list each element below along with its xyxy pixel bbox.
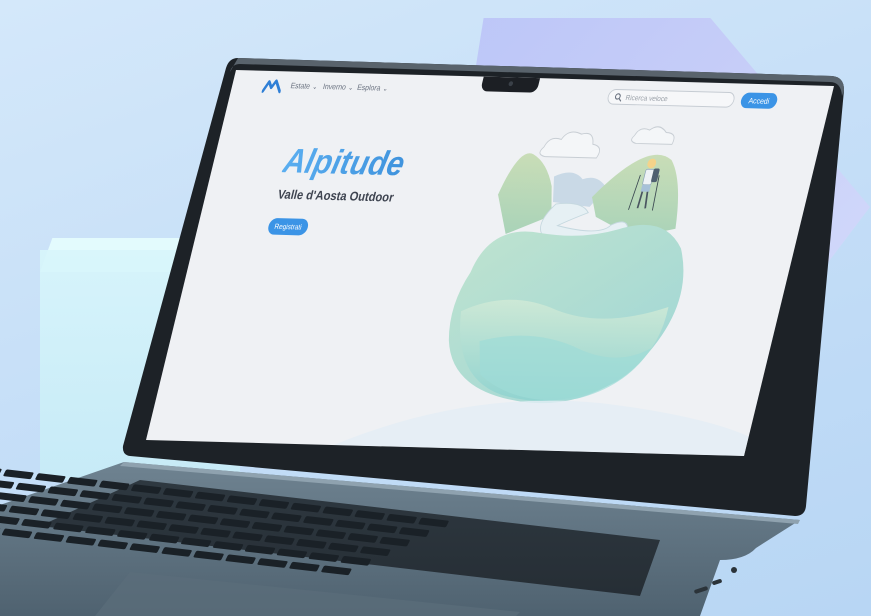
hero-subtitle: Valle d'Aosta Outdoor <box>276 186 396 205</box>
nav-item-label: Estate <box>289 81 312 91</box>
chevron-down-icon: ⌄ <box>347 84 355 92</box>
cloud-shape <box>539 131 601 159</box>
camera-notch <box>480 76 541 93</box>
hero-title: Alpitude <box>279 141 409 184</box>
nav-item-label: Inverno <box>322 82 347 92</box>
top-navigation: Estate ⌄ Inverno ⌄ Esplora ⌄ A <box>228 70 834 119</box>
cloud-shape <box>631 126 675 145</box>
search-icon <box>614 93 622 102</box>
register-button[interactable]: Registrati <box>266 217 310 236</box>
login-button[interactable]: Accedi <box>739 92 779 109</box>
nav-item-estate[interactable]: Estate ⌄ <box>290 81 319 90</box>
nav-item-inverno[interactable]: Inverno ⌄ <box>322 82 355 92</box>
bottom-wave-decoration <box>333 400 749 456</box>
chevron-down-icon: ⌄ <box>311 83 319 91</box>
camera-icon <box>508 81 514 87</box>
chevron-down-icon: ⌄ <box>382 85 389 93</box>
web-page: Estate ⌄ Inverno ⌄ Esplora ⌄ A <box>146 70 834 456</box>
search-bar[interactable] <box>605 88 737 108</box>
nav-item-esplora[interactable]: Esplora ⌄ <box>356 83 389 93</box>
alpitude-logo-icon[interactable] <box>261 78 284 94</box>
search-input[interactable] <box>624 90 730 107</box>
laptop-screen: Estate ⌄ Inverno ⌄ Esplora ⌄ A <box>0 0 871 616</box>
nav-item-label: Esplora <box>356 83 382 93</box>
